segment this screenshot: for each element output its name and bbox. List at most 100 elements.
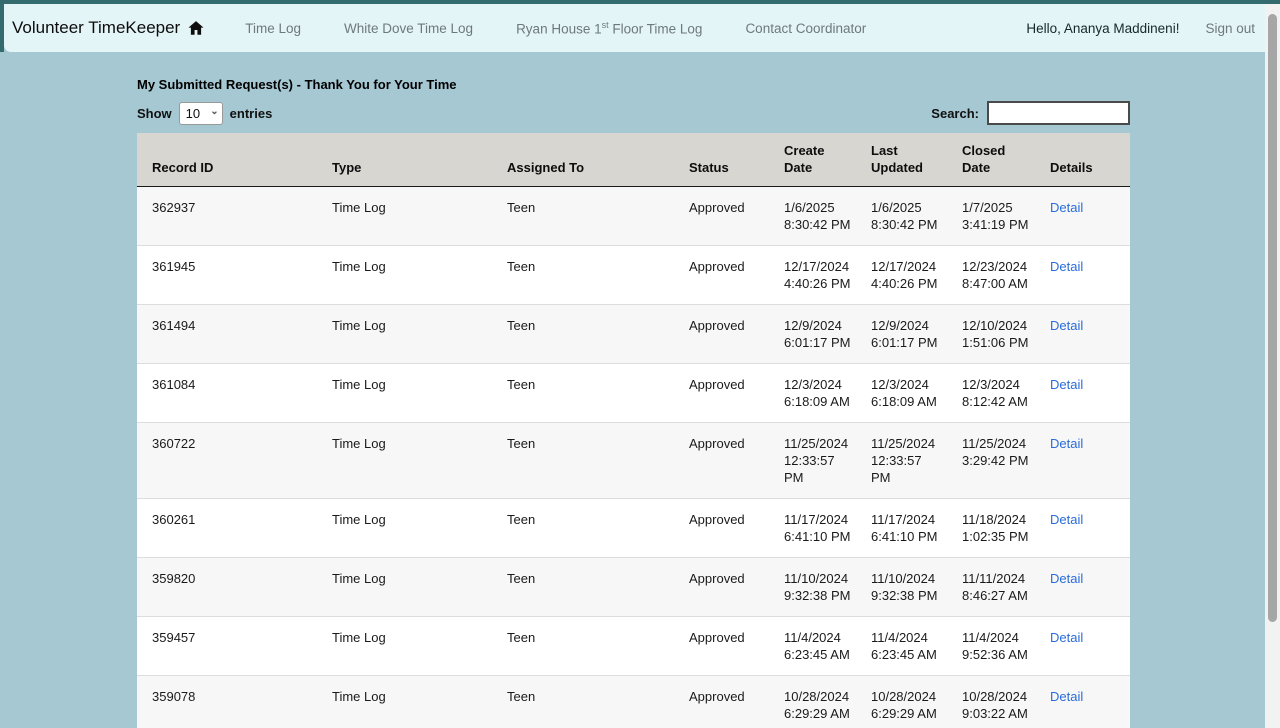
last-updated-cell: 12/3/20246:18:09 AM — [856, 364, 947, 423]
status-cell: Approved — [674, 187, 769, 246]
nav-contact-coordinator[interactable]: Contact Coordinator — [745, 21, 866, 36]
detail-link[interactable]: Detail — [1050, 259, 1083, 274]
last-updated-cell: 12/17/20244:40:26 PM — [856, 246, 947, 305]
nav-time-log[interactable]: Time Log — [245, 21, 301, 36]
nav-right: Hello, Ananya Maddineni! Sign out — [1026, 21, 1255, 36]
assigned-to-cell: Teen — [492, 423, 674, 499]
type-cell: Time Log — [317, 364, 492, 423]
details-cell: Detail — [1035, 364, 1130, 423]
create-date-cell: 11/17/20246:41:10 PM — [769, 499, 856, 558]
sign-out-link[interactable]: Sign out — [1205, 21, 1255, 36]
nav-white-dove-time-log[interactable]: White Dove Time Log — [344, 21, 473, 36]
search-control: Search: — [931, 101, 1130, 125]
detail-link[interactable]: Detail — [1050, 689, 1083, 704]
assigned-to-cell: Teen — [492, 364, 674, 423]
scrollbar-track[interactable] — [1265, 4, 1280, 728]
show-label: Show — [137, 106, 172, 121]
closed-date-cell: 12/23/20248:47:00 AM — [947, 246, 1035, 305]
closed-date-cell: 11/25/20243:29:42 PM — [947, 423, 1035, 499]
table-row: 360261 Time Log Teen Approved 11/17/2024… — [137, 499, 1130, 558]
nav-ryan-house-time-log[interactable]: Ryan House 1st Floor Time Log — [516, 20, 702, 37]
page-length-select[interactable]: 10 — [179, 102, 223, 125]
create-date-cell: 11/25/202412:33:57 PM — [769, 423, 856, 499]
type-cell: Time Log — [317, 246, 492, 305]
details-cell: Detail — [1035, 246, 1130, 305]
brand[interactable]: Volunteer TimeKeeper — [12, 18, 205, 38]
type-cell: Time Log — [317, 305, 492, 364]
nav-links: Time Log White Dove Time Log Ryan House … — [245, 20, 866, 37]
assigned-to-cell: Teen — [492, 558, 674, 617]
brand-label: Volunteer TimeKeeper — [12, 18, 180, 38]
page-length-control: Show 10 ⌄ entries — [137, 102, 272, 125]
details-cell: Detail — [1035, 499, 1130, 558]
record-id-cell: 359820 — [137, 558, 317, 617]
create-date-cell: 12/9/20246:01:17 PM — [769, 305, 856, 364]
details-cell: Detail — [1035, 305, 1130, 364]
search-label: Search: — [931, 106, 979, 121]
header-status[interactable]: Status — [674, 133, 769, 187]
details-cell: Detail — [1035, 187, 1130, 246]
last-updated-cell: 11/17/20246:41:10 PM — [856, 499, 947, 558]
header-last-updated[interactable]: Last Updated — [856, 133, 947, 187]
detail-link[interactable]: Detail — [1050, 512, 1083, 527]
closed-date-cell: 11/4/20249:52:36 AM — [947, 617, 1035, 676]
search-input[interactable] — [987, 101, 1130, 125]
user-greeting: Hello, Ananya Maddineni! — [1026, 21, 1179, 36]
assigned-to-cell: Teen — [492, 499, 674, 558]
home-icon[interactable] — [187, 19, 205, 37]
detail-link[interactable]: Detail — [1050, 630, 1083, 645]
record-id-cell: 360261 — [137, 499, 317, 558]
create-date-cell: 1/6/20258:30:42 PM — [769, 187, 856, 246]
entries-label: entries — [230, 106, 273, 121]
header-create-date[interactable]: Create Date — [769, 133, 856, 187]
detail-link[interactable]: Detail — [1050, 318, 1083, 333]
header-closed-date[interactable]: Closed Date — [947, 133, 1035, 187]
status-cell: Approved — [674, 364, 769, 423]
table-controls: Show 10 ⌄ entries Search: — [137, 101, 1130, 125]
status-cell: Approved — [674, 423, 769, 499]
details-cell: Detail — [1035, 617, 1130, 676]
closed-date-cell: 12/3/20248:12:42 AM — [947, 364, 1035, 423]
header-record-id[interactable]: Record ID — [137, 133, 317, 187]
assigned-to-cell: Teen — [492, 617, 674, 676]
type-cell: Time Log — [317, 676, 492, 728]
closed-date-cell: 1/7/20253:41:19 PM — [947, 187, 1035, 246]
create-date-cell: 11/10/20249:32:38 PM — [769, 558, 856, 617]
type-cell: Time Log — [317, 187, 492, 246]
closed-date-cell: 11/11/20248:46:27 AM — [947, 558, 1035, 617]
assigned-to-cell: Teen — [492, 187, 674, 246]
detail-link[interactable]: Detail — [1050, 571, 1083, 586]
detail-link[interactable]: Detail — [1050, 377, 1083, 392]
last-updated-cell: 11/4/20246:23:45 AM — [856, 617, 947, 676]
create-date-cell: 11/4/20246:23:45 AM — [769, 617, 856, 676]
status-cell: Approved — [674, 305, 769, 364]
table-row: 359078 Time Log Teen Approved 10/28/2024… — [137, 676, 1130, 728]
record-id-cell: 359457 — [137, 617, 317, 676]
navbar: Volunteer TimeKeeper Time Log White Dove… — [4, 4, 1265, 52]
table-row: 362937 Time Log Teen Approved 1/6/20258:… — [137, 187, 1130, 246]
create-date-cell: 12/17/20244:40:26 PM — [769, 246, 856, 305]
table-row: 359457 Time Log Teen Approved 11/4/20246… — [137, 617, 1130, 676]
table-row: 361084 Time Log Teen Approved 12/3/20246… — [137, 364, 1130, 423]
last-updated-cell: 12/9/20246:01:17 PM — [856, 305, 947, 364]
header-details[interactable]: Details — [1035, 133, 1130, 187]
status-cell: Approved — [674, 499, 769, 558]
table-row: 361945 Time Log Teen Approved 12/17/2024… — [137, 246, 1130, 305]
detail-link[interactable]: Detail — [1050, 200, 1083, 215]
header-assigned-to[interactable]: Assigned To — [492, 133, 674, 187]
closed-date-cell: 12/10/20241:51:06 PM — [947, 305, 1035, 364]
record-id-cell: 362937 — [137, 187, 317, 246]
last-updated-cell: 11/10/20249:32:38 PM — [856, 558, 947, 617]
table-header: Record ID Type Assigned To Status Create… — [137, 133, 1130, 187]
assigned-to-cell: Teen — [492, 676, 674, 728]
last-updated-cell: 10/28/20246:29:29 AM — [856, 676, 947, 728]
scrollbar-thumb[interactable] — [1268, 14, 1277, 622]
assigned-to-cell: Teen — [492, 305, 674, 364]
table-row: 360722 Time Log Teen Approved 11/25/2024… — [137, 423, 1130, 499]
last-updated-cell: 11/25/202412:33:57 PM — [856, 423, 947, 499]
header-type[interactable]: Type — [317, 133, 492, 187]
table-row: 361494 Time Log Teen Approved 12/9/20246… — [137, 305, 1130, 364]
table-row: 359820 Time Log Teen Approved 11/10/2024… — [137, 558, 1130, 617]
closed-date-cell: 11/18/20241:02:35 PM — [947, 499, 1035, 558]
detail-link[interactable]: Detail — [1050, 436, 1083, 451]
